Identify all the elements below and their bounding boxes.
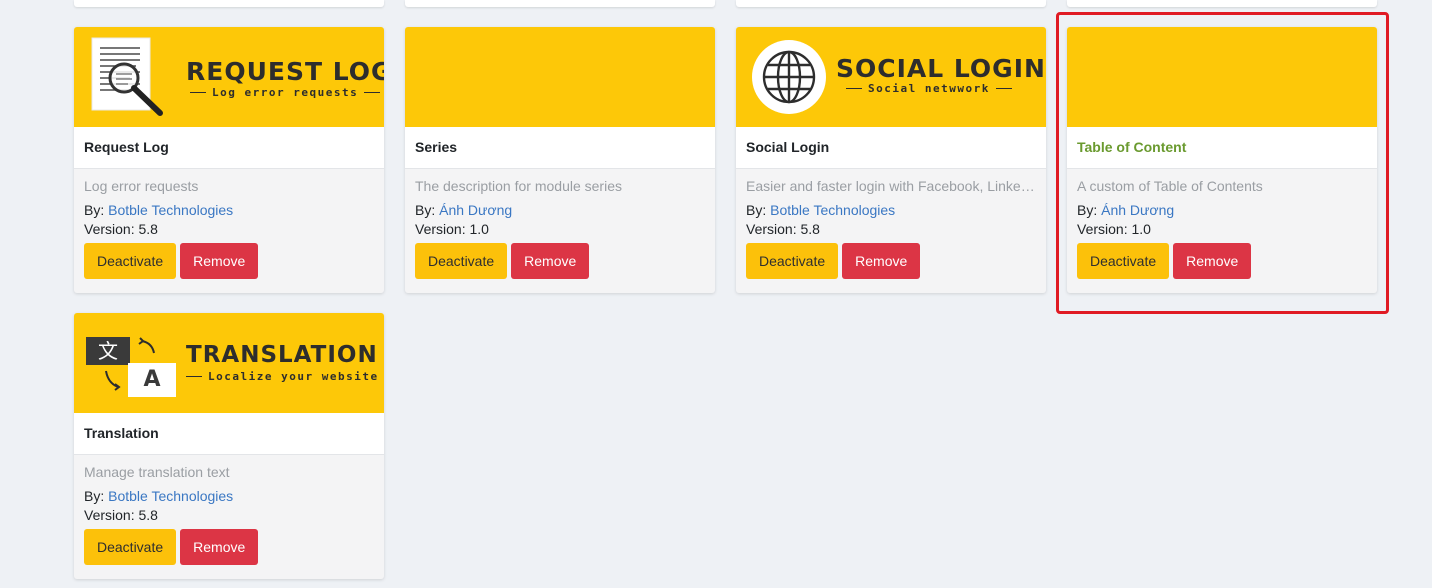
remove-button[interactable]: Remove — [842, 243, 921, 279]
author-link[interactable]: Botble Technologies — [108, 202, 233, 218]
translate-icon: 文 A — [86, 335, 178, 399]
plugin-author-line: By: Botble Technologies — [84, 488, 234, 504]
document-magnifier-icon — [91, 37, 163, 116]
plugin-author-line: By: Ánh Dương — [415, 202, 513, 218]
author-link[interactable]: Botble Technologies — [770, 202, 895, 218]
highlight-box — [1056, 12, 1389, 314]
plugin-banner: SOCIAL LOGIN Social netwwork — [736, 27, 1046, 127]
plugin-description: The description for module series — [415, 178, 622, 194]
plugin-name: Translation — [74, 413, 384, 455]
card-stub — [74, 0, 384, 7]
author-link[interactable]: Botble Technologies — [108, 488, 233, 504]
card-stub — [736, 0, 1046, 7]
plugin-card-social-login: SOCIAL LOGIN Social netwwork Social Logi… — [736, 27, 1046, 293]
card-stub — [1067, 0, 1377, 7]
plugin-author-line: By: Botble Technologies — [746, 202, 896, 218]
plugin-name: Social Login — [736, 127, 1046, 169]
plugin-banner — [405, 27, 715, 127]
plugin-description: Manage translation text — [84, 464, 230, 480]
plugin-card-series: Series The description for module series… — [405, 27, 715, 293]
deactivate-button[interactable]: Deactivate — [746, 243, 839, 279]
remove-button[interactable]: Remove — [180, 243, 259, 279]
card-stub — [405, 0, 715, 7]
remove-button[interactable]: Remove — [180, 529, 259, 565]
plugin-version: Version: 5.8 — [84, 221, 158, 237]
plugin-description: Easier and faster login with Facebook, L… — [746, 178, 1036, 194]
remove-button[interactable]: Remove — [511, 243, 590, 279]
banner-subtitle: Localize your website — [186, 370, 384, 383]
globe-icon — [752, 40, 826, 114]
plugin-version: Version: 5.8 — [746, 221, 820, 237]
plugin-name: Request Log — [74, 127, 384, 169]
deactivate-button[interactable]: Deactivate — [84, 243, 177, 279]
author-link[interactable]: Ánh Dương — [439, 202, 512, 218]
plugin-card-request-log: REQUEST LOG Log error requests Request L… — [74, 27, 384, 293]
banner-title: REQUEST LOG — [186, 57, 384, 86]
plugin-author-line: By: Botble Technologies — [84, 202, 234, 218]
banner-title: SOCIAL LOGIN — [836, 54, 1046, 83]
deactivate-button[interactable]: Deactivate — [84, 529, 177, 565]
banner-subtitle: Social netwwork — [846, 82, 1012, 95]
plugin-card-translation: 文 A TRANSLATION Localize your website Tr… — [74, 313, 384, 579]
deactivate-button[interactable]: Deactivate — [415, 243, 508, 279]
plugin-name: Series — [405, 127, 715, 169]
plugin-banner: 文 A TRANSLATION Localize your website — [74, 313, 384, 413]
plugin-version: Version: 5.8 — [84, 507, 158, 523]
plugin-banner: REQUEST LOG Log error requests — [74, 27, 384, 127]
plugin-description: Log error requests — [84, 178, 199, 194]
banner-title: TRANSLATION — [186, 342, 378, 368]
banner-subtitle: Log error requests — [190, 86, 381, 99]
plugin-version: Version: 1.0 — [415, 221, 489, 237]
